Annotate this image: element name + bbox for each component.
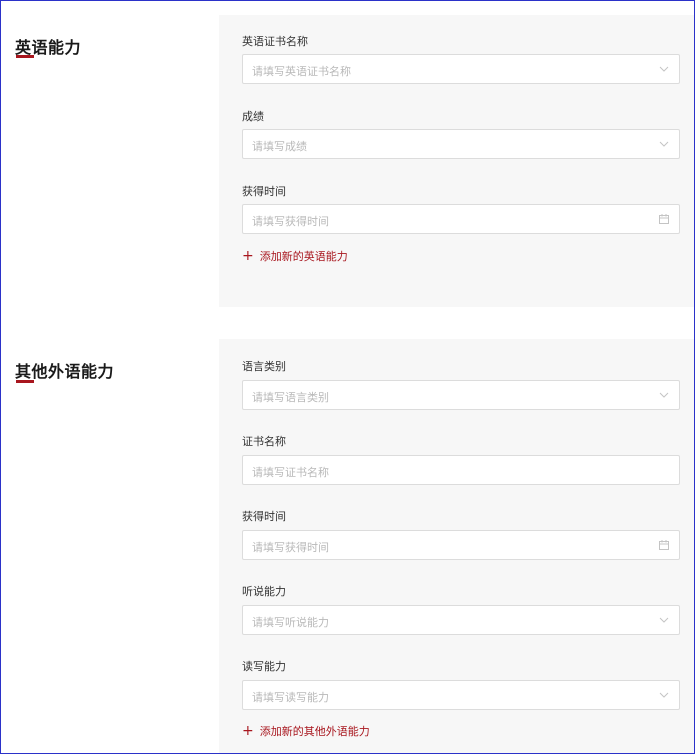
calendar-icon [659, 214, 669, 224]
section-title: 其他外语能力 [15, 362, 115, 381]
plus-icon: + [242, 723, 254, 739]
english-cert-select[interactable]: 请填写英语证书名称 [242, 54, 680, 84]
listening-speaking-select[interactable]: 请填写听说能力 [242, 605, 680, 635]
other-date-picker[interactable]: 请填写获得时间 [242, 530, 680, 560]
input-placeholder: 请填写读写能力 [252, 691, 329, 704]
field-label-language-type: 语言类别 [242, 360, 286, 373]
cert-name-input[interactable]: 请填写证书名称 [242, 455, 680, 485]
field-label-cert-name: 证书名称 [242, 435, 286, 448]
field-label-date: 获得时间 [242, 185, 286, 198]
chevron-down-icon [659, 141, 669, 147]
field-label-date: 获得时间 [242, 510, 286, 523]
english-section: 英语能力 英语证书名称 请填写英语证书名称 成绩 请填写成绩 获得时间 请填写获… [1, 1, 694, 311]
field-label-cert-name: 英语证书名称 [242, 35, 308, 48]
other-language-panel: 语言类别 请填写语言类别 证书名称 请填写证书名称 获得时间 请填写获得时间 听… [219, 339, 694, 753]
english-panel: 英语证书名称 请填写英语证书名称 成绩 请填写成绩 获得时间 请填写获得时间 +… [219, 15, 694, 307]
chevron-down-icon [659, 66, 669, 72]
form-frame: 英语能力 英语证书名称 请填写英语证书名称 成绩 请填写成绩 获得时间 请填写获… [0, 0, 695, 754]
add-english-ability-link[interactable]: + 添加新的英语能力 [242, 248, 348, 264]
english-score-select[interactable]: 请填写成绩 [242, 129, 680, 159]
english-date-picker[interactable]: 请填写获得时间 [242, 204, 680, 234]
input-placeholder: 请填写获得时间 [252, 215, 329, 228]
chevron-down-icon [659, 392, 669, 398]
plus-icon: + [242, 248, 254, 264]
input-placeholder: 请填写证书名称 [252, 466, 329, 479]
chevron-down-icon [659, 617, 669, 623]
add-link-label: 添加新的其他外语能力 [259, 725, 370, 738]
input-placeholder: 请填写语言类别 [252, 391, 329, 404]
section-title-underline [16, 55, 34, 58]
field-label-score: 成绩 [242, 110, 264, 123]
reading-writing-select[interactable]: 请填写读写能力 [242, 680, 680, 710]
calendar-icon [659, 540, 669, 550]
add-other-language-link[interactable]: + 添加新的其他外语能力 [242, 723, 370, 739]
field-label-listening-speaking: 听说能力 [242, 585, 286, 598]
section-title-underline [16, 380, 34, 383]
input-placeholder: 请填写英语证书名称 [252, 65, 351, 78]
chevron-down-icon [659, 692, 669, 698]
add-link-label: 添加新的英语能力 [259, 250, 348, 263]
language-type-select[interactable]: 请填写语言类别 [242, 380, 680, 410]
input-placeholder: 请填写成绩 [252, 140, 307, 153]
input-placeholder: 请填写听说能力 [252, 616, 329, 629]
field-label-reading-writing: 读写能力 [242, 660, 286, 673]
other-language-section: 其他外语能力 语言类别 请填写语言类别 证书名称 请填写证书名称 获得时间 请填… [1, 311, 694, 753]
input-placeholder: 请填写获得时间 [252, 541, 329, 554]
